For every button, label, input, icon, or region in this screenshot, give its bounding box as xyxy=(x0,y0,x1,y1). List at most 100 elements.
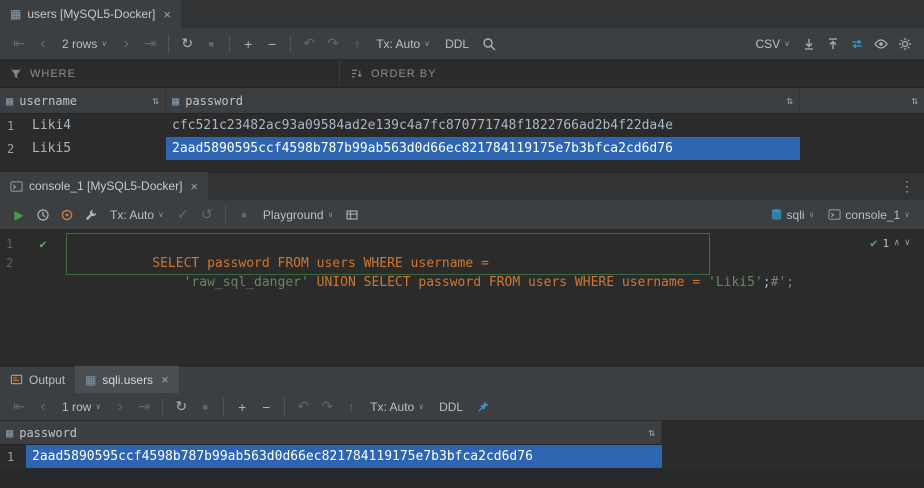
order-by-filter-field[interactable]: ORDER BY xyxy=(340,60,924,87)
tab-console[interactable]: console_1 [MySQL5-Docker] × xyxy=(0,172,208,200)
column-settings-icon[interactable]: ⇅ xyxy=(911,94,918,107)
gutter-icons: ✔ xyxy=(22,235,64,254)
tx-mode-dropdown[interactable]: Tx: Auto ∨ xyxy=(104,204,170,226)
close-tab-icon[interactable]: × xyxy=(163,7,171,22)
run-button[interactable]: ▶ xyxy=(8,204,30,226)
undo-button[interactable]: ↶ xyxy=(292,396,314,418)
next-problem-icon[interactable]: ∨ xyxy=(905,238,910,248)
tx-mode-dropdown[interactable]: Tx: Auto ∨ xyxy=(364,396,430,418)
stop-button[interactable]: ■ xyxy=(233,204,255,226)
sort-icon[interactable]: ⇅ xyxy=(786,94,793,107)
undo-button[interactable]: ↶ xyxy=(298,33,320,55)
ddl-button[interactable]: DDL xyxy=(432,396,470,418)
column-header-password[interactable]: ▦ password ⇅ xyxy=(166,88,800,113)
playground-dropdown[interactable]: Playground ∨ xyxy=(257,204,340,226)
tab-output[interactable]: Output xyxy=(0,366,75,393)
password-cell-selected[interactable]: 2aad5890595ccf4598b787b99ab563d0d66ec821… xyxy=(166,137,800,160)
session-dropdown[interactable]: console_1 ∨ xyxy=(822,204,916,226)
query-plan-button[interactable] xyxy=(56,204,78,226)
editor-tabstrip: ▦ users [MySQL5-Docker] × xyxy=(0,0,924,28)
more-options-icon[interactable]: ⋮ xyxy=(890,178,924,195)
separator xyxy=(223,398,224,416)
comment-token: #'; xyxy=(771,275,794,290)
settings-button[interactable] xyxy=(894,33,916,55)
add-row-button[interactable]: + xyxy=(237,33,259,55)
username-cell[interactable]: Liki4 xyxy=(26,114,166,137)
next-page-button[interactable]: › xyxy=(109,396,131,418)
output-icon xyxy=(10,373,23,386)
inspection-widget[interactable]: ✔ 1 ∧ ∨ xyxy=(870,236,910,250)
previous-page-button[interactable]: ‹ xyxy=(32,396,54,418)
page-size-dropdown[interactable]: 2 rows ∨ xyxy=(56,33,113,55)
separator xyxy=(168,35,169,53)
reload-data-button[interactable]: ↻ xyxy=(176,33,198,55)
row-number[interactable]: 2 xyxy=(0,137,26,160)
last-page-button[interactable]: ⇥ xyxy=(133,396,155,418)
delete-row-button[interactable]: − xyxy=(261,33,283,55)
prev-problem-icon[interactable]: ∧ xyxy=(894,238,899,248)
column-header-label: password xyxy=(185,94,243,108)
search-button[interactable] xyxy=(478,33,500,55)
where-filter-field[interactable]: WHERE xyxy=(0,60,340,87)
column-icon: ▦ xyxy=(6,426,13,440)
close-tab-icon[interactable]: × xyxy=(161,372,169,387)
separator xyxy=(290,35,291,53)
ddl-button[interactable]: DDL xyxy=(438,33,476,55)
pin-icon xyxy=(477,400,490,413)
pin-tab-button[interactable] xyxy=(472,396,494,418)
view-as-table-button[interactable] xyxy=(341,204,363,226)
column-header-username[interactable]: ▦ username ⇅ xyxy=(0,88,166,113)
password-cell[interactable]: cfc521c23482ac93a09584ad2e139c4a7fc87077… xyxy=(166,114,800,137)
console-panel: console_1 [MySQL5-Docker] × ⋮ ▶ xyxy=(0,172,924,366)
view-options-button[interactable] xyxy=(870,33,892,55)
reload-data-button[interactable]: ↻ xyxy=(170,396,192,418)
compare-data-button[interactable] xyxy=(846,33,868,55)
redo-button[interactable]: ↷ xyxy=(316,396,338,418)
first-page-button[interactable]: ⇤ xyxy=(8,33,30,55)
export-format-dropdown[interactable]: CSV ∨ xyxy=(749,33,796,55)
column-header-password[interactable]: ▦ password ⇅ xyxy=(0,421,662,445)
tab-result-grid[interactable]: ▦ sqli.users × xyxy=(75,366,179,393)
schema-dropdown[interactable]: sqli ∨ xyxy=(764,204,821,226)
tab-users-table[interactable]: ▦ users [MySQL5-Docker] × xyxy=(0,0,181,28)
row-number[interactable]: 1 xyxy=(0,114,26,137)
stop-button[interactable]: ■ xyxy=(194,396,216,418)
commit-button[interactable]: ✓ xyxy=(172,204,194,226)
table-row[interactable]: 1 2aad5890595ccf4598b787b99ab563d0d66ec8… xyxy=(0,445,924,468)
redo-button[interactable]: ↷ xyxy=(322,33,344,55)
history-button[interactable] xyxy=(32,204,54,226)
tab-label: users [MySQL5-Docker] xyxy=(27,7,155,21)
gear-icon xyxy=(898,37,912,51)
stop-button[interactable]: ■ xyxy=(200,33,222,55)
next-page-button[interactable]: › xyxy=(115,33,137,55)
console-settings-button[interactable] xyxy=(80,204,102,226)
rollback-button[interactable]: ↺ xyxy=(196,204,218,226)
code-text: SELECT password FROM users WHERE usernam… xyxy=(64,235,489,254)
row-number[interactable]: 1 xyxy=(0,445,26,468)
table-row[interactable]: 2 Liki5 2aad5890595ccf4598b787b99ab563d0… xyxy=(0,137,924,160)
add-row-button[interactable]: + xyxy=(231,396,253,418)
previous-page-button[interactable]: ‹ xyxy=(32,33,54,55)
sort-icon[interactable]: ⇅ xyxy=(648,426,655,439)
password-cell-selected[interactable]: 2aad5890595ccf4598b787b99ab563d0d66ec821… xyxy=(26,445,662,468)
tx-mode-dropdown[interactable]: Tx: Auto ∨ xyxy=(370,33,436,55)
order-by-label: ORDER BY xyxy=(371,68,436,80)
search-icon xyxy=(482,37,496,51)
sort-icon[interactable]: ⇅ xyxy=(152,94,159,107)
sql-editor[interactable]: 1 ✔ SELECT password FROM users WHERE use… xyxy=(0,230,924,366)
username-cell[interactable]: Liki5 xyxy=(26,137,166,160)
submit-button[interactable]: ↑ xyxy=(340,396,362,418)
export-data-button[interactable] xyxy=(798,33,820,55)
grid-header-filler: ⇅ xyxy=(800,88,924,113)
tx-mode-label: Tx: Auto xyxy=(370,400,414,414)
import-data-button[interactable] xyxy=(822,33,844,55)
chevron-down-icon: ∨ xyxy=(101,39,107,48)
submit-button[interactable]: ↑ xyxy=(346,33,368,55)
close-tab-icon[interactable]: × xyxy=(190,179,198,194)
last-page-button[interactable]: ⇥ xyxy=(139,33,161,55)
page-size-dropdown[interactable]: 1 row ∨ xyxy=(56,396,107,418)
first-page-button[interactable]: ⇤ xyxy=(8,396,30,418)
table-row[interactable]: 1 Liki4 cfc521c23482ac93a09584ad2e139c4a… xyxy=(0,114,924,137)
delete-row-button[interactable]: − xyxy=(255,396,277,418)
sql-token xyxy=(152,275,183,290)
